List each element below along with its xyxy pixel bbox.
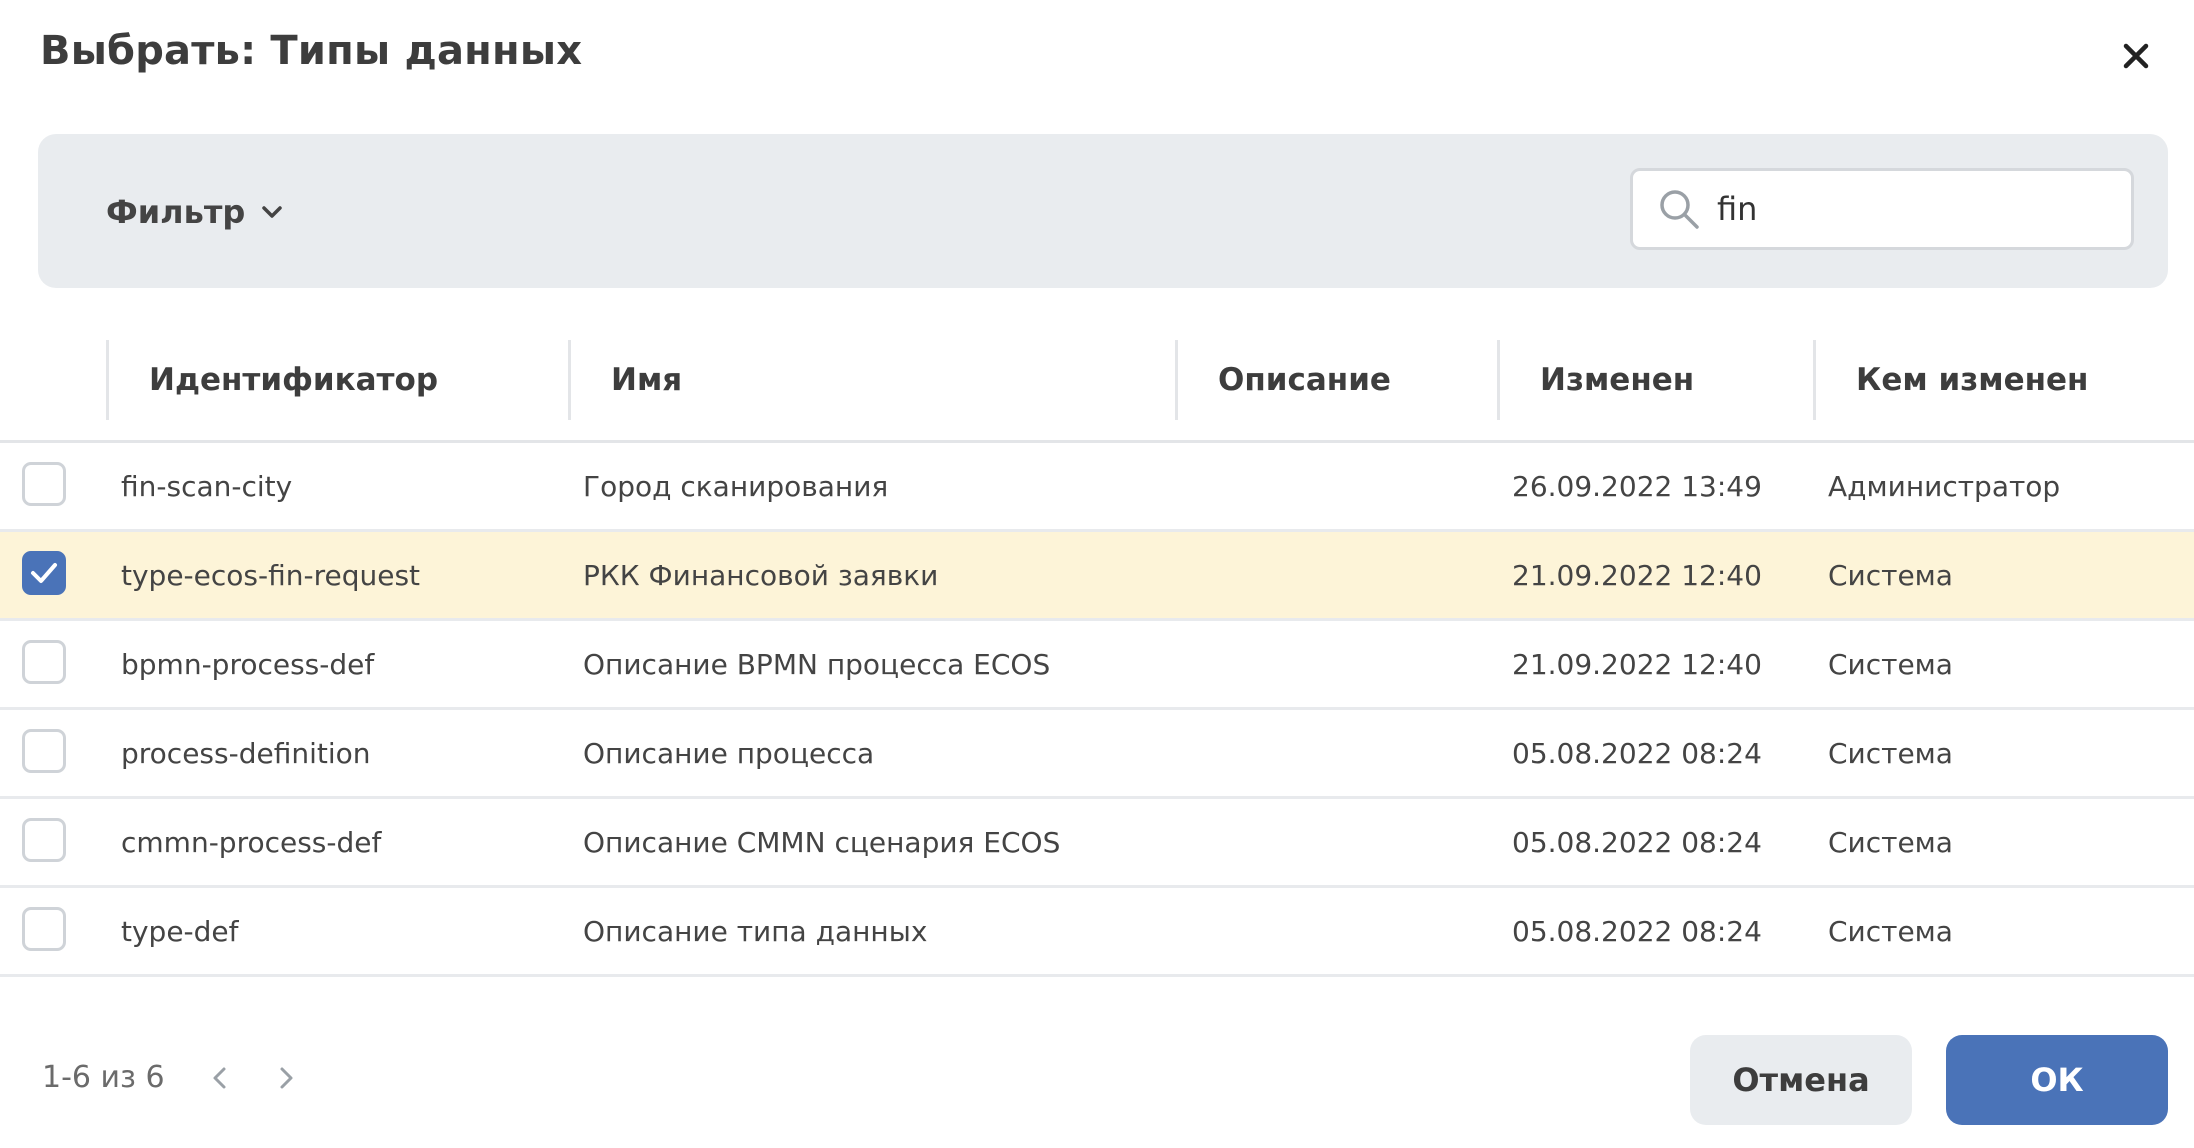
ok-button[interactable]: ОК	[1946, 1035, 2168, 1125]
column-header-modified[interactable]: Изменен	[1497, 340, 1815, 420]
cancel-button[interactable]: Отмена	[1690, 1035, 1912, 1125]
cell-modified-by: Система	[1828, 825, 1953, 859]
cell-modified: 05.08.2022 08:24	[1512, 914, 1762, 948]
cell-identifier: process-definition	[121, 736, 371, 770]
row-checkbox[interactable]	[22, 551, 66, 595]
data-types-table: Идентификатор Имя Описание Изменен Кем и…	[0, 340, 2194, 977]
column-header-identifier[interactable]: Идентификатор	[106, 340, 570, 420]
cell-name: Описание CMMN сценария ECOS	[583, 825, 1061, 859]
cell-modified-by: Администратор	[1828, 469, 2061, 503]
cell-modified-by: Система	[1828, 736, 1953, 770]
cell-modified: 05.08.2022 08:24	[1512, 825, 1762, 859]
pagination-range: 1-6 из 6	[42, 1060, 165, 1095]
chevron-right-icon[interactable]	[271, 1063, 301, 1093]
cell-identifier: bpmn-process-def	[121, 647, 375, 681]
cell-name: Описание процесса	[583, 736, 875, 770]
column-header-modified-by[interactable]: Кем изменен	[1813, 340, 2194, 420]
filter-dropdown-button[interactable]: Фильтр	[106, 188, 285, 236]
row-checkbox[interactable]	[22, 462, 66, 506]
cell-modified-by: Система	[1828, 914, 1953, 948]
cell-identifier: fin-scan-city	[121, 469, 293, 503]
cell-modified: 21.09.2022 12:40	[1512, 558, 1762, 592]
table-row[interactable]: type-ecos-fin-request РКК Финансовой заяв…	[0, 532, 2194, 621]
chevron-down-icon	[262, 206, 283, 218]
row-checkbox[interactable]	[22, 907, 66, 951]
search-input[interactable]	[1717, 190, 2097, 228]
cell-name: Описание типа данных	[583, 914, 928, 948]
table-row[interactable]: bpmn-process-def Описание BPMN процесса E…	[0, 621, 2194, 710]
row-checkbox[interactable]	[22, 818, 66, 862]
column-header-description[interactable]: Описание	[1175, 340, 1499, 420]
table-body: fin-scan-city Город сканирования 26.09.202…	[0, 443, 2194, 977]
filter-label: Фильтр	[106, 193, 246, 231]
cell-modified-by: Система	[1828, 558, 1953, 592]
chevron-left-icon[interactable]	[205, 1063, 235, 1093]
cell-identifier: cmmn-process-def	[121, 825, 382, 859]
pagination: 1-6 из 6	[42, 1060, 301, 1095]
checkmark-icon	[31, 563, 57, 583]
cell-name: Описание BPMN процесса ECOS	[583, 647, 1051, 681]
close-button[interactable]	[2118, 38, 2154, 74]
table-row[interactable]: type-def Описание типа данных 05.08.2022 0…	[0, 888, 2194, 977]
search-icon	[1660, 190, 1699, 229]
row-checkbox[interactable]	[22, 729, 66, 773]
cell-modified: 21.09.2022 12:40	[1512, 647, 1762, 681]
dialog-title: Выбрать: Типы данных	[40, 28, 583, 74]
cell-identifier: type-ecos-fin-request	[121, 558, 421, 592]
cell-modified: 05.08.2022 08:24	[1512, 736, 1762, 770]
close-icon	[2123, 43, 2149, 69]
cell-modified: 26.09.2022 13:49	[1512, 469, 1762, 503]
row-checkbox[interactable]	[22, 640, 66, 684]
select-data-types-dialog: Выбрать: Типы данных Фильтр Идентификато…	[0, 0, 2194, 1148]
cell-identifier: type-def	[121, 914, 239, 948]
cell-name: Город сканирования	[583, 469, 889, 503]
table-row[interactable]: process-definition Описание процесса 05.08…	[0, 710, 2194, 799]
table-header: Идентификатор Имя Описание Изменен Кем и…	[0, 340, 2194, 443]
table-row[interactable]: fin-scan-city Город сканирования 26.09.202…	[0, 443, 2194, 532]
search-field[interactable]	[1630, 168, 2134, 250]
filter-toolbar: Фильтр	[38, 134, 2168, 288]
cell-name: РКК Финансовой заявки	[583, 558, 939, 592]
cell-modified-by: Система	[1828, 647, 1953, 681]
column-header-name[interactable]: Имя	[568, 340, 1178, 420]
table-row[interactable]: cmmn-process-def Описание CMMN сценария E…	[0, 799, 2194, 888]
